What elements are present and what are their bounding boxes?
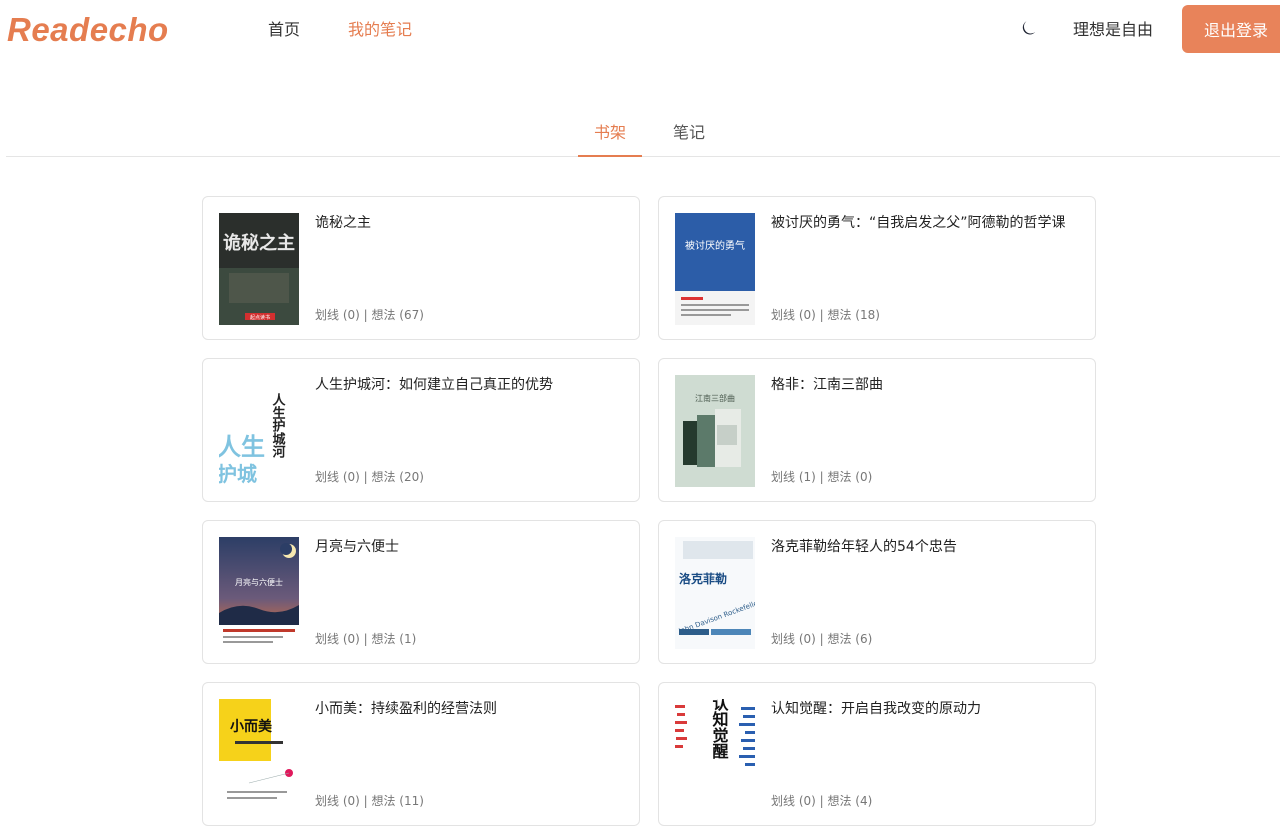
book-stats: 划线 (0) | 想法 (6) <box>771 632 873 646</box>
book-cover: 江南三部曲 <box>675 375 755 487</box>
cover-title-text: 人生护城河 <box>270 392 286 459</box>
nav-my-notes-link[interactable]: 我的笔记 <box>348 19 412 41</box>
book-cover: 洛克菲勒 John Davison Rockefeller <box>675 537 755 649</box>
tab-bar: 书架 笔记 <box>6 110 1280 157</box>
user-name[interactable]: 理想是自由 <box>1073 19 1153 41</box>
book-title: 格非：江南三部曲 <box>771 377 883 393</box>
top-nav-bar: Readecho 首页 我的笔记 理想是自由 退出登录 <box>0 0 1280 60</box>
book-title: 认知觉醒：开启自我改变的原动力 <box>771 701 981 717</box>
book-title: 诡秘之主 <box>315 215 371 231</box>
book-stats: 划线 (0) | 想法 (67) <box>315 308 424 322</box>
book-card[interactable]: 小而美 小而美：持续盈利的经营法则 划线 (0) | 想法 (11) <box>202 682 640 826</box>
book-card[interactable]: 月亮与六便士 月亮与六便士 划线 (0) | 想法 (1) <box>202 520 640 664</box>
book-title: 小而美：持续盈利的经营法则 <box>315 701 497 717</box>
book-card[interactable]: 认知觉醒 认知觉醒：开启自我改变的原动力 划线 (0) | 想法 (4) <box>658 682 1096 826</box>
logout-button[interactable]: 退出登录 <box>1182 5 1280 53</box>
nav-home-link[interactable]: 首页 <box>268 19 300 41</box>
cover-title-text: 月亮与六便士 <box>235 577 283 587</box>
book-card[interactable]: 人生护城河 人生 护城 人生护城河：如何建立自己真正的优势 划线 (0) | 想… <box>202 358 640 502</box>
book-title: 被讨厌的勇气：“自我启发之父”阿德勒的哲学课 <box>771 215 1066 231</box>
cover-title-text: 江南三部曲 <box>695 393 735 403</box>
book-title: 洛克菲勒给年轻人的54个忠告 <box>771 539 957 555</box>
book-stats: 划线 (0) | 想法 (1) <box>315 632 417 646</box>
book-stats: 划线 (0) | 想法 (11) <box>315 794 424 808</box>
cover-title-text: 小而美 <box>230 718 273 735</box>
book-card[interactable]: 江南三部曲 格非：江南三部曲 划线 (1) | 想法 (0) <box>658 358 1096 502</box>
book-cover: 月亮与六便士 <box>219 537 299 649</box>
svg-text:人生: 人生 <box>219 433 265 461</box>
book-stats: 划线 (0) | 想法 (18) <box>771 308 880 322</box>
book-cover: 被讨厌的勇气 <box>675 213 755 325</box>
cover-title-text: 诡秘之主 <box>223 232 295 254</box>
svg-text:护城: 护城 <box>219 462 257 486</box>
tab-bookshelf[interactable]: 书架 <box>594 122 626 144</box>
book-stats: 划线 (0) | 想法 (20) <box>315 470 424 484</box>
book-cover: 认知觉醒 <box>675 699 755 811</box>
book-card[interactable]: 被讨厌的勇气 被讨厌的勇气：“自我启发之父”阿德勒的哲学课 划线 (0) | 想… <box>658 196 1096 340</box>
cover-title-text: 被讨厌的勇气 <box>685 239 745 252</box>
moon-icon[interactable] <box>1020 18 1040 38</box>
cover-badge-text: 起点读书 <box>250 314 270 321</box>
book-title: 人生护城河：如何建立自己真正的优势 <box>315 377 553 393</box>
book-card[interactable]: 诡秘之主 起点读书 诡秘之主 划线 (0) | 想法 (67) <box>202 196 640 340</box>
active-tab-indicator <box>578 155 642 157</box>
book-cover: 小而美 <box>219 699 299 811</box>
book-cover: 人生护城河 人生 护城 <box>219 375 299 487</box>
app-logo[interactable]: Readecho <box>7 10 169 50</box>
book-card[interactable]: 洛克菲勒 John Davison Rockefeller 洛克菲勒给年轻人的5… <box>658 520 1096 664</box>
tab-notes[interactable]: 笔记 <box>673 122 705 144</box>
book-stats: 划线 (1) | 想法 (0) <box>771 470 873 484</box>
book-stats: 划线 (0) | 想法 (4) <box>771 794 873 808</box>
book-title: 月亮与六便士 <box>315 539 399 555</box>
cover-title-text: 认知觉醒 <box>710 699 729 760</box>
book-cover: 诡秘之主 起点读书 <box>219 213 299 325</box>
cover-title-text: 洛克菲勒 <box>679 571 727 586</box>
